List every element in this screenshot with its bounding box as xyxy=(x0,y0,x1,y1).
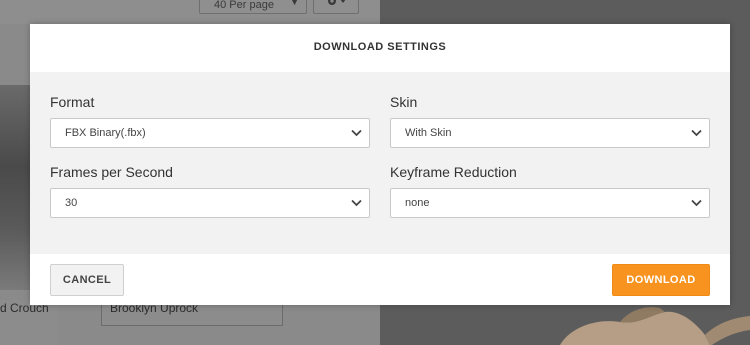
keyframe-reduction-select[interactable]: none xyxy=(390,188,710,218)
format-field: Format FBX Binary(.fbx) xyxy=(50,94,370,148)
download-button[interactable]: DOWNLOAD xyxy=(612,264,710,296)
download-settings-dialog: DOWNLOAD SETTINGS Format FBX Binary(.fbx… xyxy=(30,24,730,305)
fps-value: 30 xyxy=(65,197,78,209)
fps-field: Frames per Second 30 xyxy=(50,164,370,218)
chevron-down-icon xyxy=(691,129,702,137)
skin-label: Skin xyxy=(390,94,418,110)
per-page-label: 40 Per page xyxy=(214,0,274,11)
cancel-button[interactable]: CANCEL xyxy=(50,264,124,296)
animation-thumbnail xyxy=(0,85,30,290)
format-label: Format xyxy=(50,94,95,110)
chevron-down-icon xyxy=(691,199,702,207)
chevron-down-icon xyxy=(351,199,362,207)
dialog-footer: CANCEL DOWNLOAD xyxy=(30,254,730,305)
dialog-title: DOWNLOAD SETTINGS xyxy=(30,24,730,72)
per-page-select[interactable]: 40 Per page ▼ xyxy=(199,0,307,14)
fps-select[interactable]: 30 xyxy=(50,188,370,218)
gear-icon xyxy=(328,0,346,5)
keyframe-reduction-field: Keyframe Reduction none xyxy=(390,164,710,218)
chevron-down-icon xyxy=(351,129,362,137)
caret-down-icon: ▼ xyxy=(290,0,299,7)
skin-field: Skin With Skin xyxy=(390,94,710,148)
format-value: FBX Binary(.fbx) xyxy=(65,127,146,139)
dialog-body: Format FBX Binary(.fbx) Skin With Skin F… xyxy=(30,72,730,254)
fps-label: Frames per Second xyxy=(50,164,173,180)
format-select[interactable]: FBX Binary(.fbx) xyxy=(50,118,370,148)
keyframe-reduction-label: Keyframe Reduction xyxy=(390,164,517,180)
keyframe-reduction-value: none xyxy=(405,197,430,209)
character-preview xyxy=(560,307,750,345)
skin-value: With Skin xyxy=(405,127,452,139)
settings-button[interactable] xyxy=(313,0,359,14)
skin-select[interactable]: With Skin xyxy=(390,118,710,148)
